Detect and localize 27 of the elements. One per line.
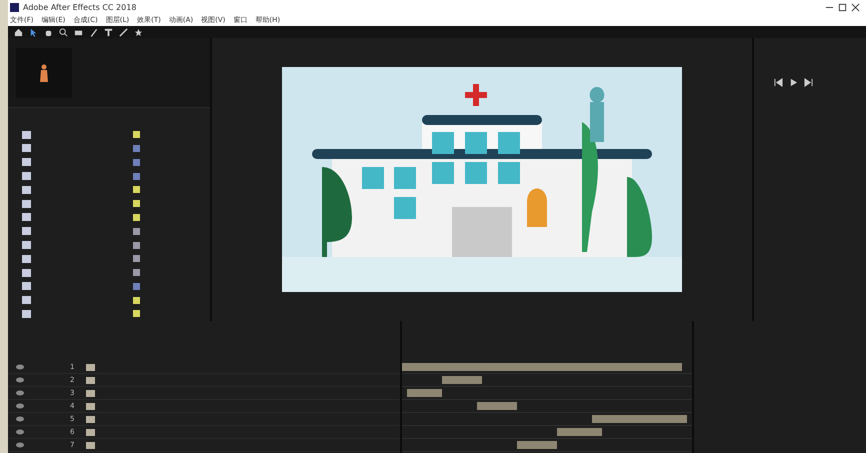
text-icon[interactable] — [104, 28, 113, 36]
label-swatch[interactable] — [133, 144, 140, 152]
skip-forward-icon[interactable] — [804, 78, 813, 87]
maximize-icon[interactable] — [838, 2, 847, 12]
play-icon[interactable] — [789, 78, 798, 87]
label-swatch[interactable] — [133, 200, 140, 208]
label-swatch[interactable] — [133, 310, 140, 318]
label-swatch[interactable] — [133, 228, 140, 235]
label-swatch[interactable] — [133, 131, 140, 138]
label-swatch[interactable] — [133, 214, 140, 221]
label-swatch[interactable] — [133, 242, 140, 248]
label-swatch[interactable] — [133, 172, 140, 180]
figure-icon — [40, 64, 48, 82]
star-icon[interactable] — [134, 28, 143, 36]
pointer-icon[interactable] — [29, 28, 38, 36]
label-swatch[interactable] — [133, 255, 140, 262]
window-title: Adobe After Effects CC 2018 — [23, 2, 138, 12]
brush-icon[interactable] — [119, 28, 128, 36]
label-swatch[interactable] — [133, 282, 140, 290]
skip-back-icon[interactable] — [774, 78, 783, 87]
close-icon[interactable] — [851, 2, 860, 12]
app-icon — [10, 2, 19, 12]
zoom-icon[interactable] — [59, 28, 68, 36]
label-swatch[interactable] — [133, 269, 140, 276]
label-swatch[interactable] — [133, 296, 140, 304]
label-swatch[interactable] — [133, 158, 140, 166]
label-swatch[interactable] — [133, 186, 140, 194]
